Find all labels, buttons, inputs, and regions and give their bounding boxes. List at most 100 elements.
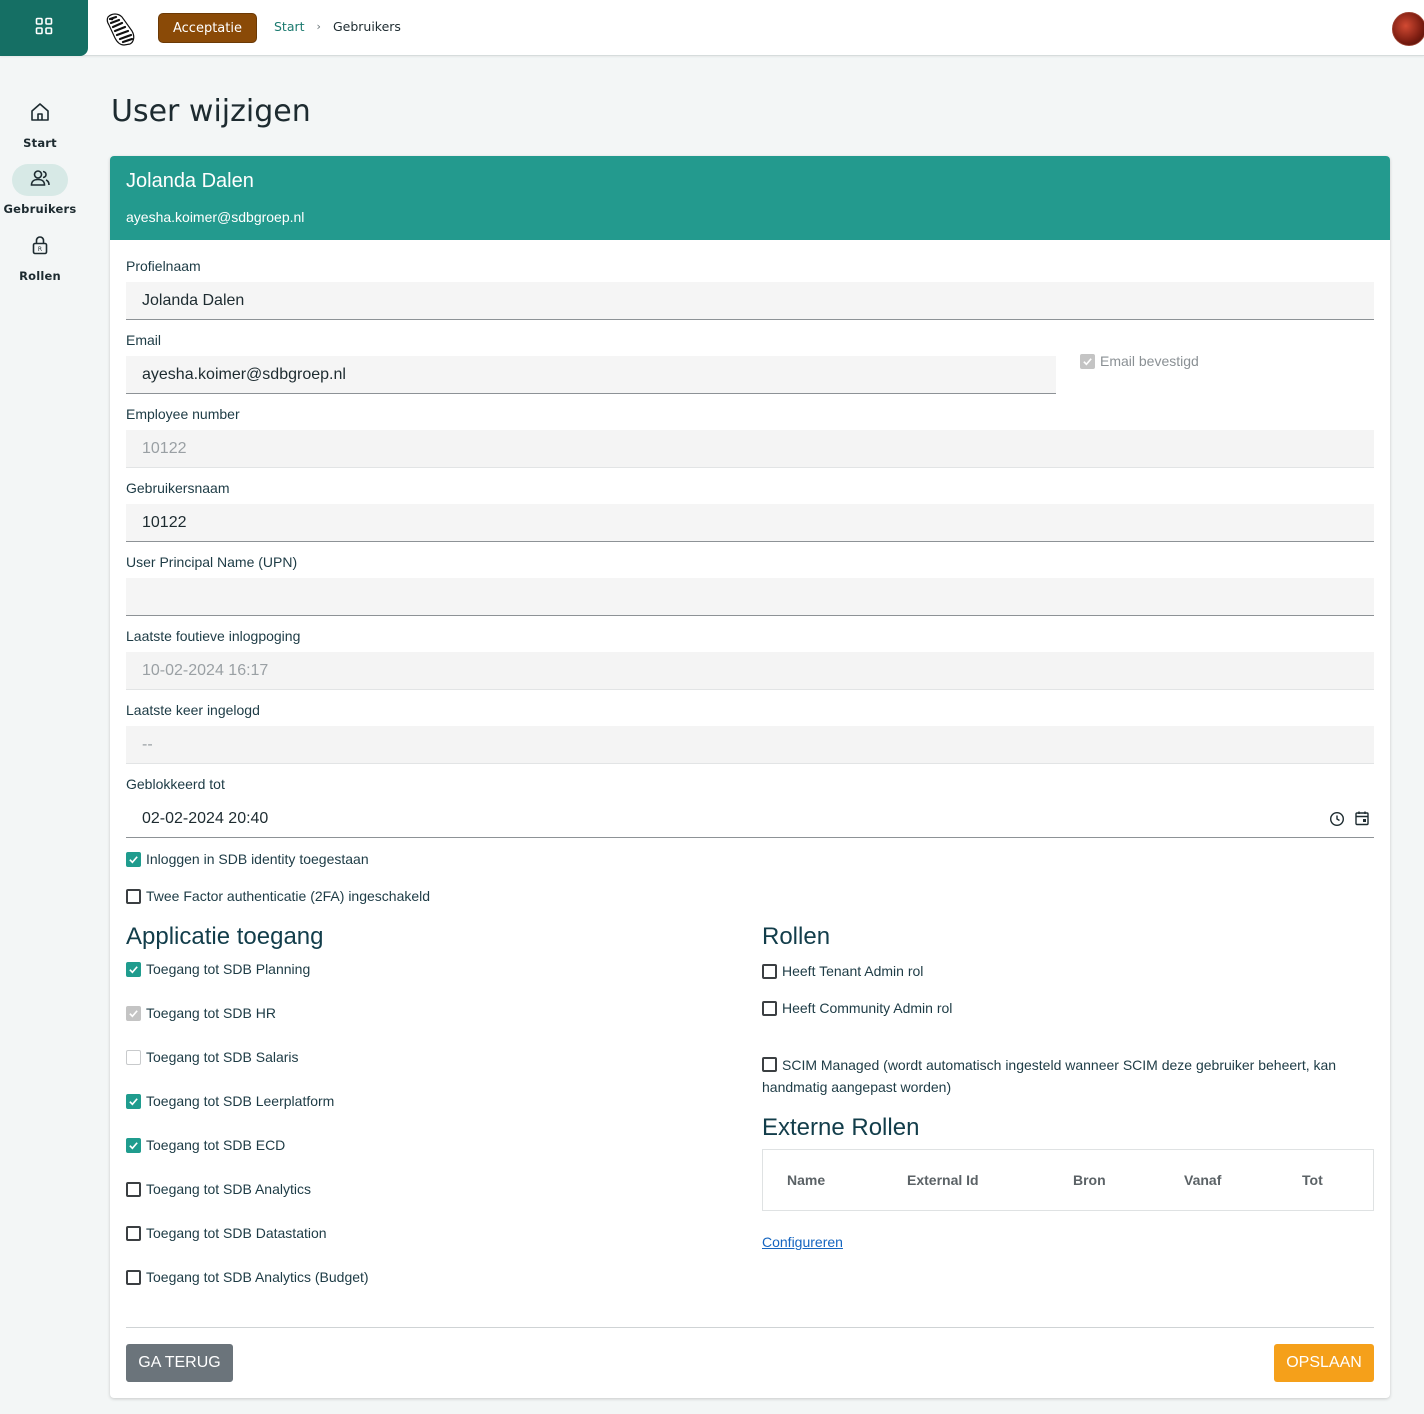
- geblokkeerd-tot-input-box[interactable]: 02-02-2024 20:40: [126, 800, 1374, 838]
- grid-icon: [35, 17, 53, 40]
- app-access-checkbox-row[interactable]: Toegang tot SDB Analytics: [126, 1181, 311, 1197]
- configureren-link[interactable]: Configureren: [762, 1234, 843, 1250]
- app-access-checkbox[interactable]: [126, 1269, 141, 1285]
- gebruikersnaam-input-box[interactable]: 10122: [126, 504, 1374, 542]
- nav-label-gebruikers: Gebruikers: [3, 202, 77, 216]
- email-confirmed-checkbox[interactable]: [1080, 353, 1095, 369]
- home-icon: [29, 101, 51, 128]
- check-icon: [129, 855, 138, 863]
- scim-managed-checkbox-row[interactable]: SCIM Managed (wordt automatisch ingestel…: [762, 1054, 1362, 1098]
- app-access-checkbox[interactable]: [126, 1049, 141, 1065]
- breadcrumb-start-link[interactable]: Start: [274, 19, 305, 34]
- community-admin-label: Heeft Community Admin rol: [782, 1000, 953, 1016]
- inloggen-toegestaan-label: Inloggen in SDB identity toegestaan: [146, 851, 369, 867]
- opslaan-button[interactable]: OPSLAAN: [1274, 1344, 1374, 1382]
- page-title: User wijzigen: [111, 94, 311, 129]
- nav-item-rollen[interactable]: R Rollen: [0, 231, 80, 283]
- app-access-checkbox[interactable]: [126, 961, 141, 977]
- rollen-title: Rollen: [762, 923, 831, 950]
- profielnaam-input-box[interactable]: Jolanda Dalen: [126, 282, 1374, 320]
- app-access-label: Toegang tot SDB Analytics: [146, 1181, 311, 1197]
- geblokkeerd-tot-label: Geblokkeerd tot: [126, 776, 225, 792]
- app-access-checkbox-row[interactable]: Toegang tot SDB HR: [126, 1005, 276, 1021]
- profielnaam-input[interactable]: Jolanda Dalen: [142, 292, 244, 310]
- email-confirmed-checkbox-row[interactable]: Email bevestigd: [1080, 353, 1199, 369]
- environment-badge[interactable]: Acceptatie: [158, 13, 257, 43]
- inloggen-toegestaan-checkbox[interactable]: [126, 851, 141, 867]
- twee-factor-checkbox-row[interactable]: Twee Factor authenticatie (2FA) ingescha…: [126, 888, 430, 904]
- breadcrumb: Start › Gebruikers: [274, 19, 401, 34]
- lock-icon: R: [29, 234, 51, 261]
- nav-label-start: Start: [23, 136, 57, 150]
- app-access-checkbox[interactable]: [126, 1005, 141, 1021]
- app-access-checkbox-row[interactable]: Toegang tot SDB Salaris: [126, 1049, 299, 1065]
- app-access-label: Toegang tot SDB HR: [146, 1005, 276, 1021]
- app-access-checkbox-row[interactable]: Toegang tot SDB Leerplatform: [126, 1093, 334, 1109]
- app-access-label: Toegang tot SDB Datastation: [146, 1225, 327, 1241]
- email-field: Email ayesha.koimer@sdbgroep.nl: [126, 332, 1056, 394]
- profielnaam-label: Profielnaam: [126, 258, 201, 274]
- app-access-checkbox-row[interactable]: Toegang tot SDB Planning: [126, 961, 310, 977]
- app-access-checkbox[interactable]: [126, 1181, 141, 1197]
- footer-divider: [126, 1327, 1374, 1328]
- users-icon: [29, 167, 51, 194]
- app-access-checkbox-row[interactable]: Toegang tot SDB ECD: [126, 1137, 285, 1153]
- laatste-ingelogd-input-box: --: [126, 726, 1374, 764]
- applicatie-toegang-title: Applicatie toegang: [126, 923, 324, 950]
- app-access-checkbox[interactable]: [126, 1225, 141, 1241]
- column-header-external-id[interactable]: External Id: [907, 1172, 979, 1188]
- top-bar: Acceptatie Start › Gebruikers: [0, 0, 1424, 56]
- column-header-name[interactable]: Name: [787, 1172, 825, 1188]
- svg-text:R: R: [38, 246, 42, 253]
- app-access-checkbox-row[interactable]: Toegang tot SDB Analytics (Budget): [126, 1269, 369, 1285]
- employee-number-input-box: 10122: [126, 430, 1374, 468]
- upn-input-box[interactable]: [126, 578, 1374, 616]
- employee-number-label: Employee number: [126, 406, 240, 422]
- calendar-icon[interactable]: [1354, 810, 1370, 831]
- geblokkeerd-tot-input[interactable]: 02-02-2024 20:40: [142, 810, 268, 828]
- community-admin-checkbox[interactable]: [762, 1000, 777, 1016]
- email-input[interactable]: ayesha.koimer@sdbgroep.nl: [142, 366, 346, 384]
- email-input-box[interactable]: ayesha.koimer@sdbgroep.nl: [126, 356, 1056, 394]
- laatste-ingelogd-label: Laatste keer ingelogd: [126, 702, 260, 718]
- zebra-logo[interactable]: [102, 9, 140, 47]
- twee-factor-checkbox[interactable]: [126, 888, 141, 904]
- upn-label: User Principal Name (UPN): [126, 554, 298, 570]
- check-icon: [129, 965, 138, 973]
- user-display-name: Jolanda Dalen: [126, 170, 254, 192]
- app-access-checkbox[interactable]: [126, 1093, 141, 1109]
- app-access-checkbox-row[interactable]: Toegang tot SDB Datastation: [126, 1225, 327, 1241]
- user-avatar[interactable]: [1392, 12, 1424, 46]
- laatste-foutieve-inlogpoging-field: Laatste foutieve inlogpoging 10-02-2024 …: [126, 628, 1374, 690]
- laatste-foutieve-input-box: 10-02-2024 16:17: [126, 652, 1374, 690]
- gebruikersnaam-input[interactable]: 10122: [142, 514, 187, 532]
- scim-managed-checkbox[interactable]: [762, 1057, 777, 1072]
- laatste-keer-ingelogd-field: Laatste keer ingelogd --: [126, 702, 1374, 764]
- externe-rollen-table: Name External Id Bron Vanaf Tot: [762, 1149, 1374, 1211]
- community-admin-checkbox-row[interactable]: Heeft Community Admin rol: [762, 1000, 952, 1016]
- scim-managed-label: SCIM Managed (wordt automatisch ingestel…: [762, 1057, 1337, 1095]
- check-icon: [1083, 357, 1092, 365]
- chevron-right-icon: ›: [316, 20, 321, 33]
- ga-terug-button[interactable]: GA TERUG: [126, 1344, 233, 1382]
- email-confirmed-label: Email bevestigd: [1100, 353, 1199, 369]
- app-access-checkbox[interactable]: [126, 1137, 141, 1153]
- employee-number-value: 10122: [142, 439, 187, 457]
- gebruikersnaam-label: Gebruikersnaam: [126, 480, 230, 496]
- upn-field: User Principal Name (UPN): [126, 554, 1374, 616]
- nav-item-gebruikers[interactable]: Gebruikers: [0, 164, 80, 216]
- inloggen-toegestaan-checkbox-row[interactable]: Inloggen in SDB identity toegestaan: [126, 851, 369, 867]
- nav-item-start[interactable]: Start: [0, 98, 80, 150]
- app-launcher-button[interactable]: [0, 0, 88, 56]
- nav-label-rollen: Rollen: [19, 269, 61, 283]
- clock-icon[interactable]: [1329, 811, 1345, 832]
- geblokkeerd-tot-field: Geblokkeerd tot 02-02-2024 20:40: [126, 776, 1374, 838]
- column-header-bron[interactable]: Bron: [1073, 1172, 1106, 1188]
- tenant-admin-checkbox[interactable]: [762, 963, 777, 979]
- app-access-label: Toegang tot SDB Leerplatform: [146, 1093, 335, 1109]
- app-access-label: Toegang tot SDB Salaris: [146, 1049, 299, 1065]
- column-header-tot[interactable]: Tot: [1302, 1172, 1323, 1188]
- column-header-vanaf[interactable]: Vanaf: [1184, 1172, 1221, 1188]
- tenant-admin-checkbox-row[interactable]: Heeft Tenant Admin rol: [762, 963, 923, 979]
- user-display-email: ayesha.koimer@sdbgroep.nl: [126, 209, 305, 225]
